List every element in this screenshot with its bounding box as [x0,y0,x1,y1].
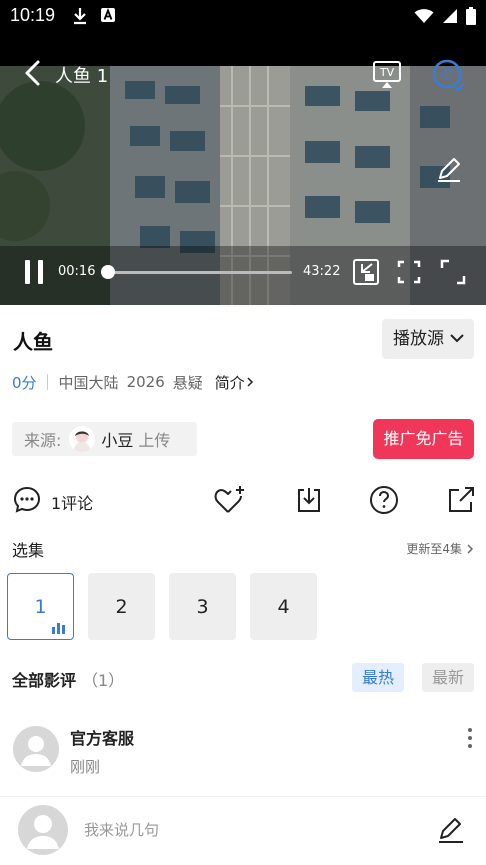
episode-item[interactable]: 4 [250,573,317,640]
episodes-update-text: 更新至4集 [406,542,462,556]
reviews-title-label: 全部影评 [12,671,77,690]
uploader-tag[interactable]: 来源: 小豆 上传 [12,422,197,456]
intro-link[interactable]: 简介 [215,372,255,393]
download-icon[interactable] [294,485,324,515]
app-notification-icon [101,8,115,22]
episode-label: 2 [115,595,128,618]
danmaku-edit-icon[interactable] [434,154,464,184]
more-vertical-icon[interactable] [462,726,478,750]
show-meta: 0分 中国大陆 2026 悬疑 简介 [12,371,255,393]
fit-screen-icon[interactable] [396,258,422,286]
region: 中国大陆 [58,373,119,392]
episode-label: 4 [277,595,290,618]
promote-no-ads-button[interactable]: 推广免广告 [373,419,474,459]
uploader-suffix: 上传 [138,431,171,450]
comment-icon[interactable] [12,485,42,515]
intro-label: 简介 [214,373,245,392]
now-playing-icon [52,623,65,634]
progress-bar[interactable] [101,265,292,279]
review-item: 官方客服 刚刚 [0,720,486,786]
episode-list: 1 2 3 4 [7,573,317,640]
player-top-bar: 人鱼 1 TV 倍 [0,54,486,94]
comment-count[interactable]: 1评论 [51,490,93,514]
reviews-count: （1） [82,671,125,690]
chevron-right-icon [467,543,474,554]
back-arrow-icon[interactable] [20,58,48,88]
divider [46,374,48,390]
chevron-right-icon [247,377,253,387]
progress-handle[interactable] [101,265,116,279]
fullscreen-icon[interactable] [439,258,467,286]
show-title: 人鱼 [13,330,53,354]
chevron-down-icon [450,334,464,343]
episode-item[interactable]: 2 [88,573,155,640]
player-controls: 00:16 43:22 [0,254,486,290]
current-time: 00:16 [58,264,96,279]
review-time: 刚刚 [70,758,101,776]
play-source-label: 播放源 [393,329,444,349]
comment-bar [0,796,486,865]
action-bar: 1评论 [0,482,486,518]
genre: 悬疑 [172,373,203,392]
avatar [18,805,68,855]
sort-new-tab[interactable]: 最新 [422,663,474,692]
battery-icon [466,7,476,25]
play-source-dropdown[interactable]: 播放源 [382,319,474,359]
pause-icon[interactable] [22,258,46,286]
episode-label: 1 [34,595,47,618]
status-bar: 10:19 [0,0,486,34]
episode-label: 3 [196,595,209,618]
wifi-icon [414,9,434,23]
comment-input[interactable] [76,811,416,849]
favorite-add-icon[interactable] [213,484,247,516]
status-system-icons [414,7,476,25]
signal-icon [443,9,457,23]
uploader-prefix: 来源: [24,431,62,450]
episodes-update-link[interactable]: 更新至4集 [406,540,474,557]
avatar[interactable] [13,726,59,772]
picture-in-picture-icon[interactable] [352,258,380,286]
help-icon[interactable] [369,485,399,515]
total-time: 43:22 [303,264,341,279]
tv-cast-icon[interactable]: TV [371,58,403,90]
episode-item[interactable]: 1 [7,573,74,640]
video-player[interactable]: 人鱼 1 TV 倍 00:16 43:22 [0,34,486,305]
video-title: 人鱼 1 [55,66,109,87]
episode-item[interactable]: 3 [169,573,236,640]
speed-label: 倍 [440,68,453,83]
download-notification-icon [74,8,86,25]
tv-label: TV [379,66,395,79]
year: 2026 [126,373,165,391]
score: 0分 [12,373,37,392]
share-icon[interactable] [446,485,476,515]
episodes-title: 选集 [12,541,45,560]
write-comment-icon[interactable] [436,815,466,845]
review-author[interactable]: 官方客服 [70,725,134,749]
speed-up-icon[interactable]: 倍 [431,58,465,92]
status-time: 10:19 [10,5,56,25]
uploader-avatar [69,426,96,452]
sort-hot-tab[interactable]: 最热 [352,663,404,692]
uploader-name: 小豆 [101,431,134,450]
status-notifications [72,7,116,25]
reviews-title: 全部影评 （1） [12,667,124,691]
